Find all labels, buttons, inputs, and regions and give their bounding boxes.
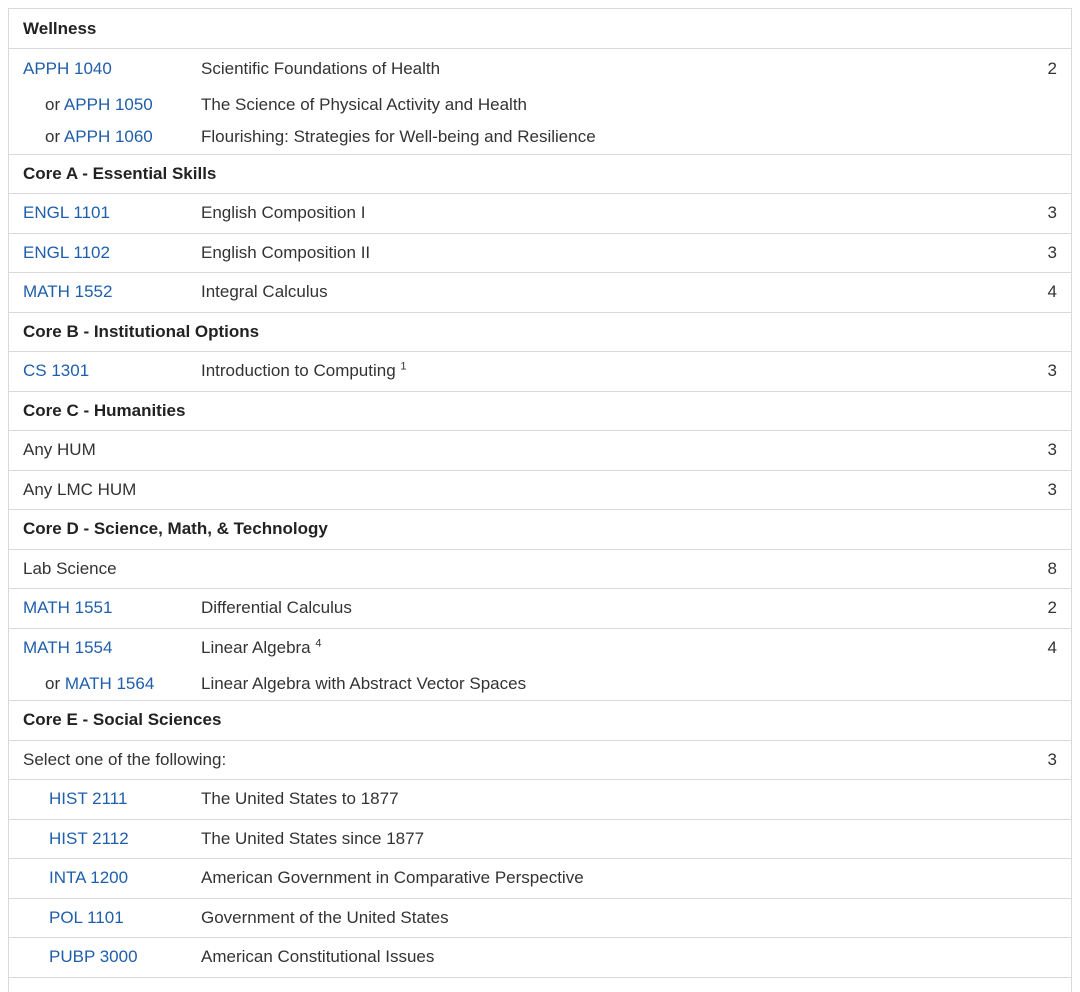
- requirement-label: Lab Science: [9, 549, 951, 589]
- course-title: Introduction to Computing: [201, 361, 396, 381]
- section-title: Core D - Science, Math, & Technology: [9, 509, 1071, 550]
- table-row: CS 1301 Introduction to Computing 1 3: [9, 351, 1071, 392]
- section-header-core-a: Core A - Essential Skills: [9, 154, 1071, 194]
- section-header-core-b: Core B - Institutional Options: [9, 312, 1071, 352]
- table-row: APPH 1040 Scientific Foundations of Heal…: [9, 49, 1071, 89]
- section-title: Core B - Institutional Options: [9, 312, 1071, 352]
- course-link-pubp3000[interactable]: PUBP 3000: [49, 947, 138, 966]
- course-title: Flourishing: Strategies for Well-being a…: [201, 121, 951, 155]
- requirement-label: Any LMC HUM: [9, 470, 951, 510]
- course-hours: 8: [950, 549, 1071, 589]
- section-header-core-c: Core C - Humanities: [9, 391, 1071, 431]
- section-header-core-e: Core E - Social Sciences: [9, 700, 1071, 741]
- course-hours: 3: [950, 233, 1071, 273]
- course-link-apph1050[interactable]: APPH 1050: [64, 95, 153, 114]
- course-title: Government of the United States: [201, 898, 951, 938]
- section-title: Core C - Humanities: [9, 391, 1071, 431]
- course-link-math1554[interactable]: MATH 1554: [23, 638, 112, 657]
- course-title: English Composition II: [201, 233, 951, 273]
- course-requirements-table: Wellness APPH 1040 Scientific Foundation…: [8, 8, 1072, 992]
- table-row: INTA 1200 American Government in Compara…: [9, 858, 1071, 899]
- course-link-cs1301[interactable]: CS 1301: [23, 361, 89, 380]
- course-link-math1551[interactable]: MATH 1551: [23, 598, 112, 617]
- or-label: or: [45, 127, 61, 147]
- section-title: Core A - Essential Skills: [9, 154, 1071, 194]
- course-title: Linear Algebra: [201, 638, 311, 657]
- table-row: ENGL 1101 English Composition I 3: [9, 193, 1071, 234]
- table-row: or APPH 1060 Flourishing: Strategies for…: [9, 121, 1071, 155]
- requirement-label: Any HUM: [9, 430, 951, 471]
- table-row: MATH 1552 Integral Calculus 4: [9, 272, 1071, 313]
- course-link-math1552[interactable]: MATH 1552: [23, 282, 112, 301]
- course-hours: 4: [950, 272, 1071, 313]
- table-row: PUBP 3000 American Constitutional Issues: [9, 937, 1071, 978]
- course-title: The Science of Physical Activity and Hea…: [201, 94, 527, 114]
- table-row: POL 1101 Government of the United States: [9, 898, 1071, 938]
- table-row: ENGL 1102 English Composition II 3: [9, 233, 1071, 273]
- course-hours: 3: [950, 351, 1071, 392]
- table-row: MATH 1551 Differential Calculus 2: [9, 588, 1071, 629]
- course-link-pol1101[interactable]: POL 1101: [49, 908, 124, 927]
- course-hours: 3: [950, 430, 1071, 471]
- course-hours: 3: [950, 740, 1071, 780]
- table-row: Select one of the following: 3: [9, 740, 1071, 780]
- course-hours: 3: [950, 470, 1071, 510]
- course-title: American Government in Comparative Persp…: [201, 858, 951, 899]
- course-title: The United States to 1877: [201, 779, 951, 820]
- table-row: Any LMC HUM 3: [9, 470, 1071, 510]
- course-hours: 2: [1047, 58, 1057, 78]
- course-link-math1564[interactable]: MATH 1564: [65, 674, 154, 693]
- course-link-engl1101[interactable]: ENGL 1101: [23, 203, 110, 222]
- course-link-engl1102[interactable]: ENGL 1102: [23, 243, 110, 262]
- course-title: English Composition I: [201, 193, 951, 234]
- table-row: Any HUM 3: [9, 430, 1071, 471]
- course-title: Scientific Foundations of Health: [201, 58, 441, 78]
- course-link-apph1060[interactable]: APPH 1060: [64, 127, 153, 146]
- or-label: or: [45, 673, 61, 693]
- course-title: Integral Calculus: [201, 272, 951, 313]
- course-title: Linear Algebra with Abstract Vector Spac…: [201, 667, 951, 701]
- section-header-wellness: Wellness: [9, 9, 1071, 49]
- course-hours: 3: [950, 193, 1071, 234]
- section-title: Core E - Social Sciences: [9, 700, 1071, 741]
- table-row: HIST 2111 The United States to 1877: [9, 779, 1071, 820]
- footnote-marker[interactable]: 4: [315, 637, 321, 649]
- table-row: Lab Science 8: [9, 549, 1071, 589]
- course-link-apph1040[interactable]: APPH 1040: [23, 59, 112, 78]
- requirement-label: Select one of the following:: [9, 740, 951, 780]
- course-hours: 2: [950, 588, 1071, 629]
- course-title: American Constitutional Issues: [201, 937, 951, 978]
- footnote-marker[interactable]: 1: [400, 361, 406, 373]
- table-row: or MATH 1564 Linear Algebra with Abstrac…: [9, 667, 1071, 701]
- table-row: HIST 2112 The United States since 1877: [9, 819, 1071, 859]
- course-hours: 4: [1047, 638, 1057, 657]
- section-header-core-d: Core D - Science, Math, & Technology: [9, 509, 1071, 550]
- course-link-hist2111[interactable]: HIST 2111: [49, 789, 127, 808]
- section-title: Wellness: [9, 9, 1071, 49]
- course-link-hist2112[interactable]: HIST 2112: [49, 829, 129, 848]
- course-link-inta1200[interactable]: INTA 1200: [49, 868, 128, 887]
- or-label: or: [45, 94, 61, 114]
- table-row: or APPH 1050 The Science of Physical Act…: [9, 88, 1071, 121]
- course-title: Differential Calculus: [201, 588, 951, 629]
- course-title: The United States since 1877: [201, 819, 951, 859]
- table-row: MATH 1554 Linear Algebra 4 4: [9, 628, 1071, 668]
